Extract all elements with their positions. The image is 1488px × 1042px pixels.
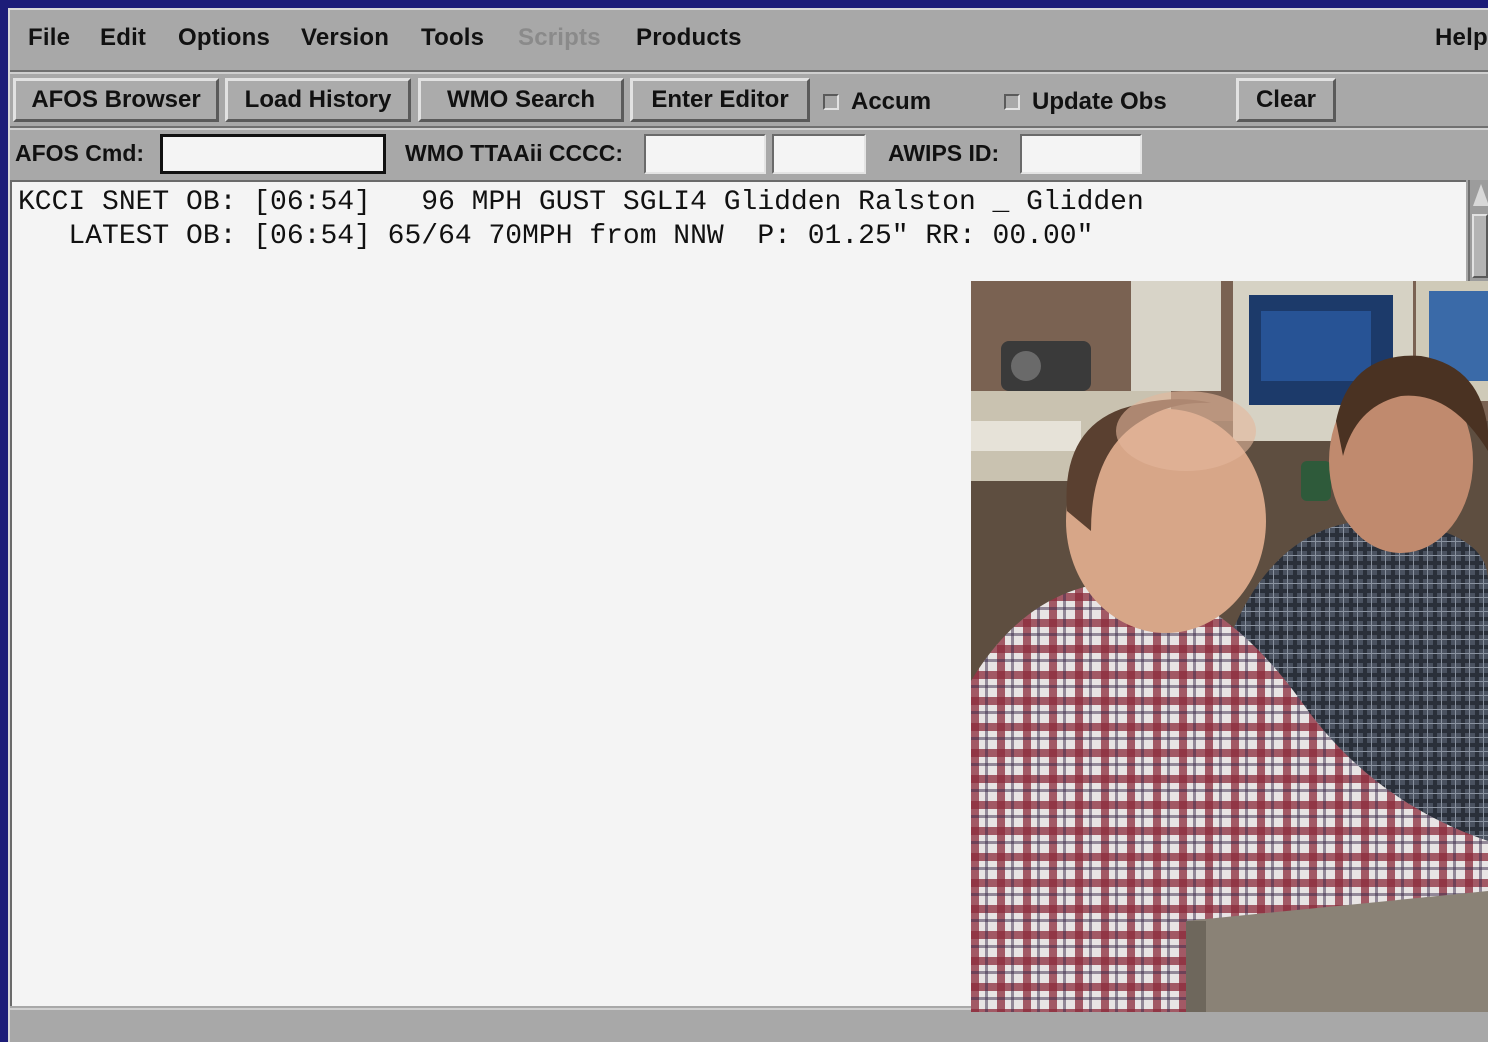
menu-version[interactable]: Version (301, 24, 389, 52)
afos-cmd-input[interactable] (160, 134, 386, 174)
text-line: KCCI SNET OB: [06:54] 96 MPH GUST SGLI4 … (18, 187, 1144, 218)
wmo-cccc-input[interactable] (772, 134, 866, 174)
menu-bar: File Edit Options Version Tools Scripts … (10, 10, 1488, 72)
wmo-label: WMO TTAAii CCCC: (405, 140, 624, 166)
scroll-up-arrow-icon[interactable] (1473, 184, 1488, 206)
menu-products[interactable]: Products (636, 24, 742, 52)
update-obs-label: Update Obs (1032, 88, 1167, 115)
accum-label: Accum (851, 88, 932, 115)
scroll-thumb[interactable] (1472, 214, 1488, 278)
enter-editor-button[interactable]: Enter Editor (630, 78, 810, 122)
menu-tools[interactable]: Tools (421, 24, 484, 52)
accum-checkbox[interactable] (823, 94, 839, 110)
awips-id-label: AWIPS ID: (888, 140, 1000, 166)
forecasters-photo (971, 281, 1488, 1012)
clear-button[interactable]: Clear (1236, 78, 1336, 122)
menu-file[interactable]: File (28, 24, 70, 52)
load-history-button[interactable]: Load History (225, 78, 411, 122)
menu-scripts: Scripts (518, 24, 601, 51)
menu-options[interactable]: Options (178, 24, 270, 52)
accum-toggle[interactable]: Accum (823, 88, 931, 116)
wmo-ttaaii-input[interactable] (644, 134, 766, 174)
toolbar-divider (10, 126, 1488, 130)
afos-cmd-label: AFOS Cmd: (15, 140, 145, 166)
wmo-search-button[interactable]: WMO Search (418, 78, 624, 122)
awips-id-input[interactable] (1020, 134, 1142, 174)
text-line: LATEST OB: [06:54] 65/64 70MPH from NNW … (18, 221, 1094, 252)
menu-help[interactable]: Help (1435, 24, 1488, 52)
update-obs-toggle[interactable]: Update Obs (1004, 88, 1167, 116)
status-bar (10, 1008, 1488, 1042)
forecasters-photo-art (971, 281, 1488, 1012)
update-obs-checkbox[interactable] (1004, 94, 1020, 110)
menu-edit[interactable]: Edit (100, 24, 146, 52)
afos-browser-button[interactable]: AFOS Browser (13, 78, 219, 122)
